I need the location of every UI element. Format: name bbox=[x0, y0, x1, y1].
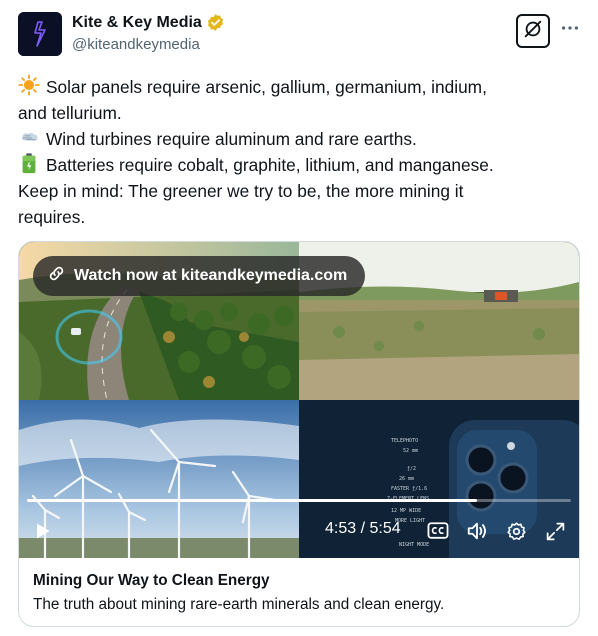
play-button[interactable] bbox=[31, 520, 53, 542]
volume-button[interactable] bbox=[465, 520, 489, 542]
play-icon bbox=[32, 521, 52, 541]
verified-badge-icon bbox=[206, 13, 225, 32]
tweet-line: Keep in mind: The greener we try to be, … bbox=[18, 178, 580, 204]
volume-icon bbox=[466, 520, 488, 542]
fullscreen-icon bbox=[545, 521, 566, 542]
video-progress-bar[interactable] bbox=[27, 499, 571, 502]
svg-text:TELEPHOTO: TELEPHOTO bbox=[391, 438, 418, 444]
more-dots-icon bbox=[559, 17, 581, 44]
tweet-line-text: Batteries require cobalt, graphite, lith… bbox=[46, 155, 494, 175]
captions-icon bbox=[427, 521, 449, 541]
tweet-line-text: Solar panels require arsenic, gallium, g… bbox=[46, 77, 487, 97]
link-icon bbox=[47, 264, 66, 288]
video-player[interactable]: TELEPHOTO 52 mm ƒ/2 26 mm FASTER ƒ/1.6 7… bbox=[19, 242, 579, 558]
name-row: Kite & Key Media bbox=[72, 13, 225, 32]
tweet-line: Wind turbines require aluminum and rare … bbox=[18, 126, 580, 152]
display-name[interactable]: Kite & Key Media bbox=[72, 14, 202, 32]
svg-text:ƒ/2: ƒ/2 bbox=[407, 466, 416, 472]
grok-button[interactable] bbox=[516, 14, 550, 48]
video-card[interactable]: TELEPHOTO 52 mm ƒ/2 26 mm FASTER ƒ/1.6 7… bbox=[18, 241, 580, 627]
card-footer[interactable]: Mining Our Way to Clean Energy The truth… bbox=[19, 558, 579, 626]
card-title: Mining Our Way to Clean Energy bbox=[33, 572, 270, 589]
tweet-line-text: Keep in mind: The greener we try to be, … bbox=[18, 181, 464, 201]
settings-button[interactable] bbox=[504, 520, 528, 542]
video-controls: 4:53 / 5:54 bbox=[19, 514, 579, 548]
video-time: 4:53 / 5:54 bbox=[325, 520, 401, 537]
tweet-text: Solar panels require arsenic, gallium, g… bbox=[18, 74, 580, 230]
svg-text:FASTER ƒ/1.6: FASTER ƒ/1.6 bbox=[391, 486, 427, 492]
tweet-line-text: requires. bbox=[18, 207, 86, 227]
fullscreen-button[interactable] bbox=[543, 520, 567, 542]
tweet-line: and tellurium. bbox=[18, 100, 580, 126]
handle[interactable]: @kiteandkeymedia bbox=[72, 36, 200, 53]
tweet-header: Kite & Key Media @kiteandkeymedia bbox=[18, 12, 580, 58]
gear-icon bbox=[506, 521, 527, 542]
watch-now-link[interactable]: Watch now at kiteandkeymedia.com bbox=[33, 256, 366, 296]
grok-icon bbox=[522, 18, 544, 45]
svg-text:52 mm: 52 mm bbox=[403, 448, 418, 454]
tweet-line: Solar panels require arsenic, gallium, g… bbox=[18, 74, 580, 100]
tweet-line-text: and tellurium. bbox=[18, 103, 122, 123]
watch-now-label: Watch now at kiteandkeymedia.com bbox=[74, 267, 348, 284]
avatar[interactable] bbox=[18, 12, 62, 56]
video-progress-fill bbox=[27, 499, 478, 502]
tweet-line: requires. bbox=[18, 204, 580, 230]
wind-emoji-icon bbox=[18, 128, 42, 148]
captions-button[interactable] bbox=[426, 520, 450, 542]
svg-text:26 mm: 26 mm bbox=[399, 476, 414, 482]
tweet-line: Batteries require cobalt, graphite, lith… bbox=[18, 152, 580, 178]
more-options-button[interactable] bbox=[558, 18, 582, 42]
tweet-line-text: Wind turbines require aluminum and rare … bbox=[46, 129, 417, 149]
battery-emoji-icon bbox=[18, 152, 42, 174]
card-description: The truth about mining rare-earth minera… bbox=[33, 596, 445, 613]
sun-emoji-icon bbox=[18, 74, 42, 96]
